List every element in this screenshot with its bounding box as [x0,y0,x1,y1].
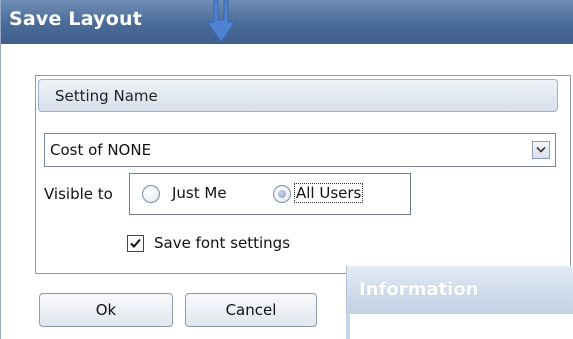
just-me-radio[interactable] [142,185,160,203]
information-title: Information [359,279,479,300]
setting-name-value: Cost of NONE [50,141,152,159]
down-arrow-icon [206,0,236,43]
information-window: Information [346,266,573,339]
setting-name-header-label: Setting Name [55,87,158,105]
checkmark-icon [130,238,141,248]
cancel-button[interactable]: Cancel [185,293,317,327]
ok-button[interactable]: Ok [39,293,173,327]
setting-name-dropdown[interactable]: Cost of NONE [44,133,556,167]
visibility-radio-group: Just Me All Users [129,173,411,215]
dialog-title: Save Layout [9,8,142,30]
save-font-settings-checkbox[interactable] [127,235,144,252]
all-users-radio[interactable] [273,185,291,203]
information-body [350,314,573,339]
information-titlebar[interactable]: Information [346,266,573,314]
dialog-titlebar[interactable]: Save Layout [1,0,573,44]
chevron-down-icon [536,146,546,153]
setting-name-header: Setting Name [38,79,558,112]
all-users-label[interactable]: All Users [293,183,364,203]
visible-to-label: Visible to [44,185,113,203]
dropdown-button[interactable] [532,141,550,159]
save-font-settings-label[interactable]: Save font settings [154,234,290,252]
save-layout-dialog: Save Layout Setting Name Cost of NONE Vi… [0,0,573,339]
just-me-label[interactable]: Just Me [172,184,227,202]
